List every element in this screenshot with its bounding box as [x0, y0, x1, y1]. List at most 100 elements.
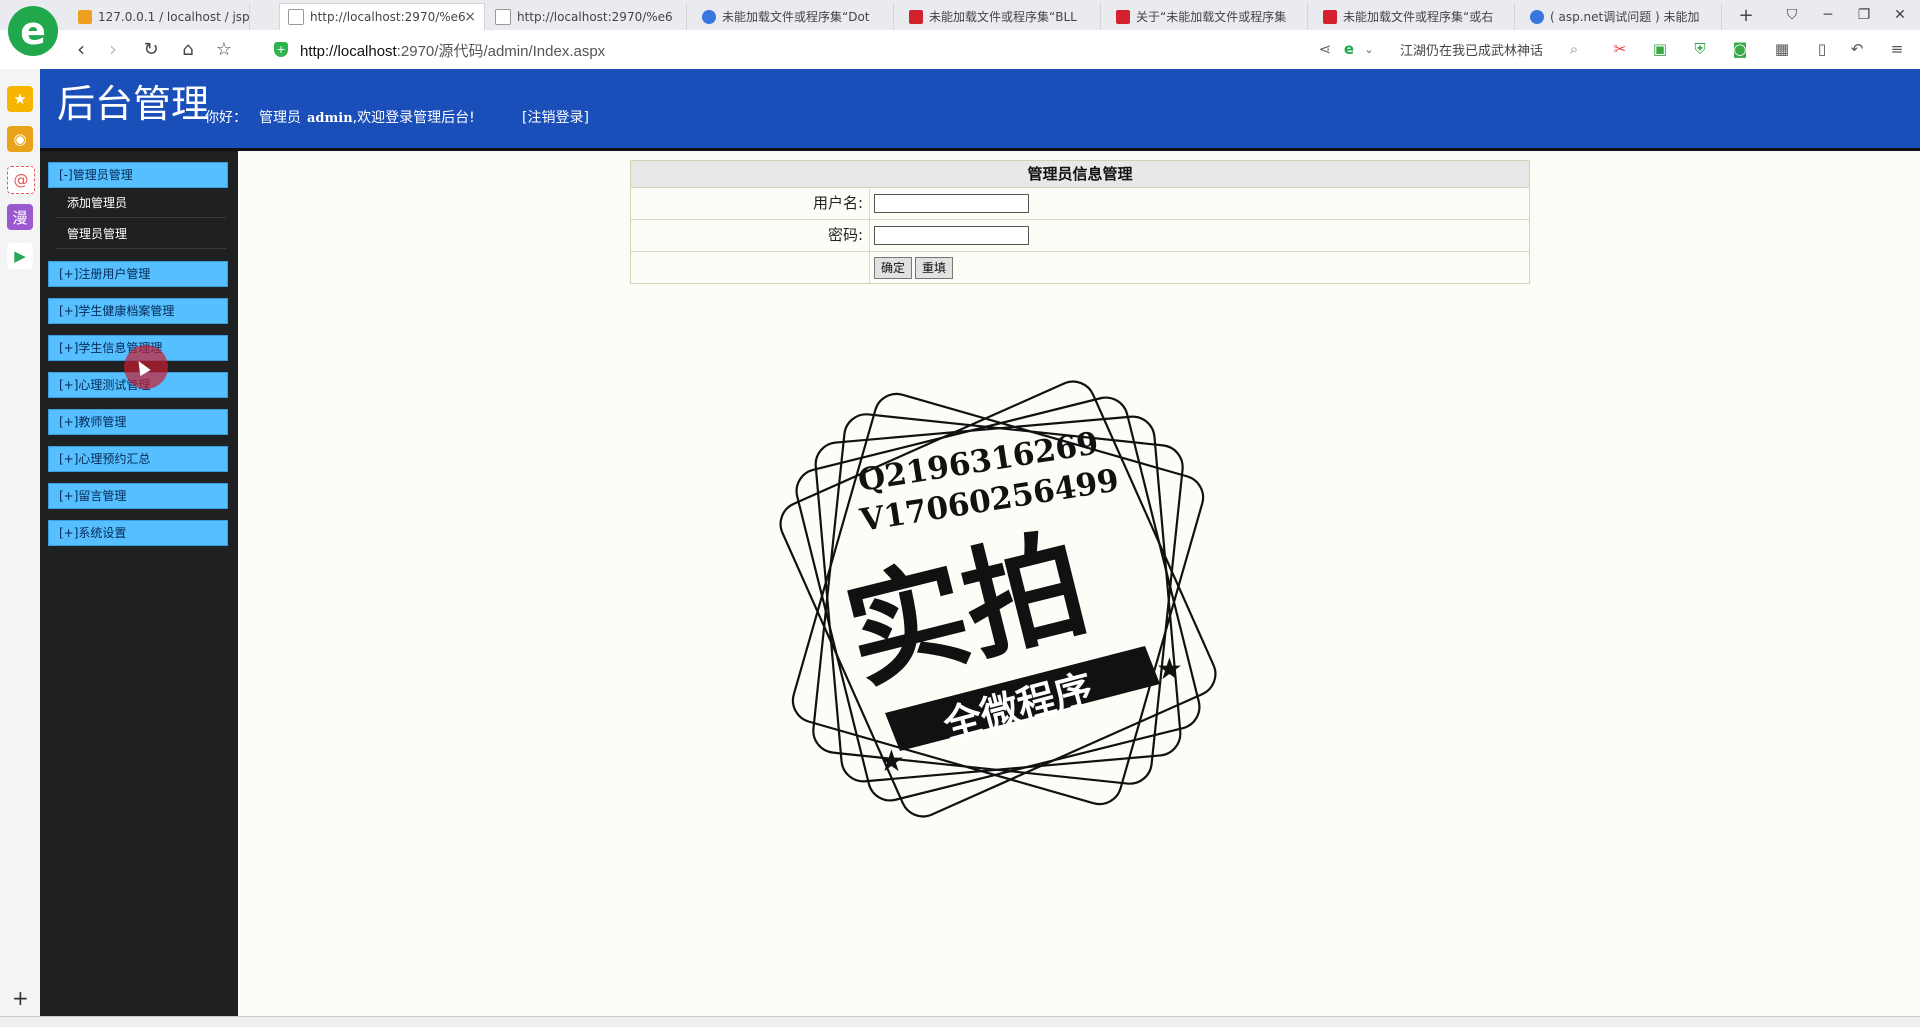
tab-label: http://localhost:2970/%e6	[310, 10, 466, 24]
divider	[56, 248, 226, 249]
user-role: 管理员	[259, 110, 301, 126]
divider	[56, 217, 226, 218]
logout-link[interactable]: [注销登录]	[522, 107, 589, 127]
main-content: 管理员信息管理 用户名: 密码: 确定 重填 Q2196316269 V1706…	[238, 151, 1920, 1016]
menu-group-psych-test[interactable]: [+]心理测试管理	[48, 372, 228, 398]
comic-icon[interactable]: 漫	[7, 204, 33, 230]
tab-1[interactable]: 127.0.0.1 / localhost / jsp	[70, 3, 250, 30]
favorites-star-icon[interactable]: ★	[7, 86, 33, 112]
password-input[interactable]	[874, 226, 1029, 245]
username-label: 用户名:	[631, 188, 870, 219]
tab-label: 未能加载文件或程序集“BLL	[929, 10, 1077, 24]
tab-4[interactable]: 未能加载文件或程序集“Dot	[694, 3, 894, 30]
csdn-icon	[1116, 9, 1130, 24]
menu-group-messages[interactable]: [+]留言管理	[48, 483, 228, 509]
tab-2[interactable]: http://localhost:2970/%e6 ×	[279, 3, 485, 30]
browser-logo: e	[8, 6, 58, 56]
address-bar-row: ‹ › ↻ ⌂ ☆ + http://localhost:2970/源代码/ad…	[0, 30, 1920, 70]
menu-group-admin[interactable]: [-]管理员管理	[48, 162, 228, 188]
restore-icon[interactable]: ❐	[1846, 0, 1882, 30]
baidu-paw-icon	[702, 9, 716, 24]
admin-page: 后台管理 你好： 管理员 admin,欢迎登录管理后台! [注销登录] [-]管理员…	[40, 69, 1920, 1016]
greeting-text: 你好： 管理员 admin,欢迎登录管理后台!	[205, 107, 475, 127]
greeting-label: 你好：	[205, 110, 247, 126]
email-at-icon[interactable]: @	[7, 166, 35, 194]
menu-group-appointments[interactable]: [+]心理预约汇总	[48, 446, 228, 472]
tab-6[interactable]: 关于“未能加载文件或程序集	[1108, 3, 1308, 30]
status-bar	[0, 1016, 1920, 1027]
form-title: 管理员信息管理	[631, 161, 1529, 188]
browser-sidebar: ★ ◉ @ 漫 ▶ +	[0, 69, 41, 1016]
page-icon	[288, 9, 304, 25]
reset-button[interactable]: 重填	[915, 256, 954, 279]
share-icon[interactable]: ⋖	[1313, 38, 1337, 60]
page-icon	[495, 8, 511, 25]
tab-label: 127.0.0.1 / localhost / jsp	[98, 9, 250, 24]
close-tab-icon[interactable]: ×	[464, 9, 476, 25]
menu-item-add-admin[interactable]: 添加管理员	[67, 194, 127, 211]
game-icon[interactable]: ◙	[1728, 38, 1752, 60]
skin-icon[interactable]: ⛉	[1774, 0, 1810, 30]
tab-label: ( asp.net调试问题 ) 未能加	[1550, 10, 1700, 24]
video-icon[interactable]: ▶	[7, 243, 33, 269]
new-tab-button[interactable]: +	[1728, 0, 1764, 30]
username-row: 用户名:	[631, 188, 1529, 220]
home-icon[interactable]: ⌂	[175, 36, 201, 62]
menu-group-students[interactable]: [+]学生信息管理理	[48, 335, 228, 361]
admin-header: 后台管理 你好： 管理员 admin,欢迎登录管理后台! [注销登录]	[40, 69, 1920, 151]
search-input[interactable]: 江湖仍在我已成武林神话	[1400, 40, 1543, 59]
close-window-icon[interactable]: ✕	[1882, 0, 1918, 30]
star-icon: ★	[1156, 652, 1183, 687]
tab-label: 未能加载文件或程序集“Dot	[722, 10, 870, 24]
username-input[interactable]	[874, 194, 1029, 213]
translate-icon[interactable]: ▣	[1648, 38, 1672, 60]
shield-icon[interactable]: ⛨	[1688, 38, 1712, 60]
csdn-icon	[1323, 9, 1337, 24]
menu-icon[interactable]: ≡	[1885, 38, 1909, 60]
tab-5[interactable]: 未能加载文件或程序集“BLL	[901, 3, 1101, 30]
chevron-down-icon[interactable]: ⌄	[1357, 38, 1381, 60]
menu-group-teachers[interactable]: [+]教师管理	[48, 409, 228, 435]
tab-8[interactable]: ( asp.net调试问题 ) 未能加	[1522, 3, 1722, 30]
weibo-icon[interactable]: ◉	[7, 126, 33, 152]
tab-label: 关于“未能加载文件或程序集	[1136, 10, 1287, 24]
csdn-icon	[909, 9, 923, 24]
screenshot-scissors-icon[interactable]: ✂	[1608, 38, 1632, 60]
baidu-paw-icon	[1530, 9, 1544, 24]
forward-icon[interactable]: ›	[100, 36, 126, 62]
submit-button[interactable]: 确定	[874, 256, 913, 279]
tab-bar: 127.0.0.1 / localhost / jsp http://local…	[0, 0, 1920, 30]
admin-form: 管理员信息管理 用户名: 密码: 确定 重填	[630, 160, 1530, 284]
welcome-text: ,欢迎登录管理后台!	[352, 110, 475, 126]
menu-group-health[interactable]: [+]学生健康档案管理	[48, 298, 228, 324]
undo-icon[interactable]: ↶	[1845, 38, 1869, 60]
reader-icon[interactable]: ▯	[1810, 38, 1834, 60]
refresh-icon[interactable]: ↻	[138, 36, 164, 62]
address-host: http://localhost	[300, 43, 397, 60]
star-icon: ★	[878, 744, 905, 779]
page-title: 后台管理	[57, 82, 210, 126]
menu-group-settings[interactable]: [+]系统设置	[48, 520, 228, 546]
admin-sidebar: [-]管理员管理 添加管理员 管理员管理 [+]注册用户管理 [+]学生健康档案…	[40, 151, 238, 1016]
empty-label	[631, 252, 870, 283]
tab-7[interactable]: 未能加载文件或程序集“或右	[1315, 3, 1515, 30]
menu-item-manage-admin[interactable]: 管理员管理	[67, 225, 127, 242]
button-row: 确定 重填	[631, 252, 1529, 283]
tab-label: http://localhost:2970/%e6	[517, 9, 673, 24]
minimize-icon[interactable]: ─	[1810, 0, 1846, 30]
user-name: admin	[307, 111, 353, 126]
watermark-stamp: Q2196316269 V17060256499 实拍 全微程序 ★ ★	[779, 380, 1217, 818]
search-icon[interactable]: ⌕	[1562, 38, 1586, 60]
add-sidebar-icon[interactable]: +	[12, 986, 29, 1010]
password-label: 密码:	[631, 220, 870, 251]
back-icon[interactable]: ‹	[68, 36, 94, 62]
favorite-star-icon[interactable]: ☆	[211, 36, 237, 62]
address-input[interactable]: http://localhost:2970/源代码/admin/Index.as…	[300, 40, 605, 61]
address-path: :2970/源代码/admin/Index.aspx	[396, 43, 606, 60]
apps-grid-icon[interactable]: ▦	[1770, 38, 1794, 60]
security-shield-icon: +	[274, 42, 288, 57]
menu-group-users[interactable]: [+]注册用户管理	[48, 261, 228, 287]
tab-label: 未能加载文件或程序集“或右	[1343, 10, 1494, 24]
tab-3[interactable]: http://localhost:2970/%e6	[487, 3, 687, 30]
password-row: 密码:	[631, 220, 1529, 252]
